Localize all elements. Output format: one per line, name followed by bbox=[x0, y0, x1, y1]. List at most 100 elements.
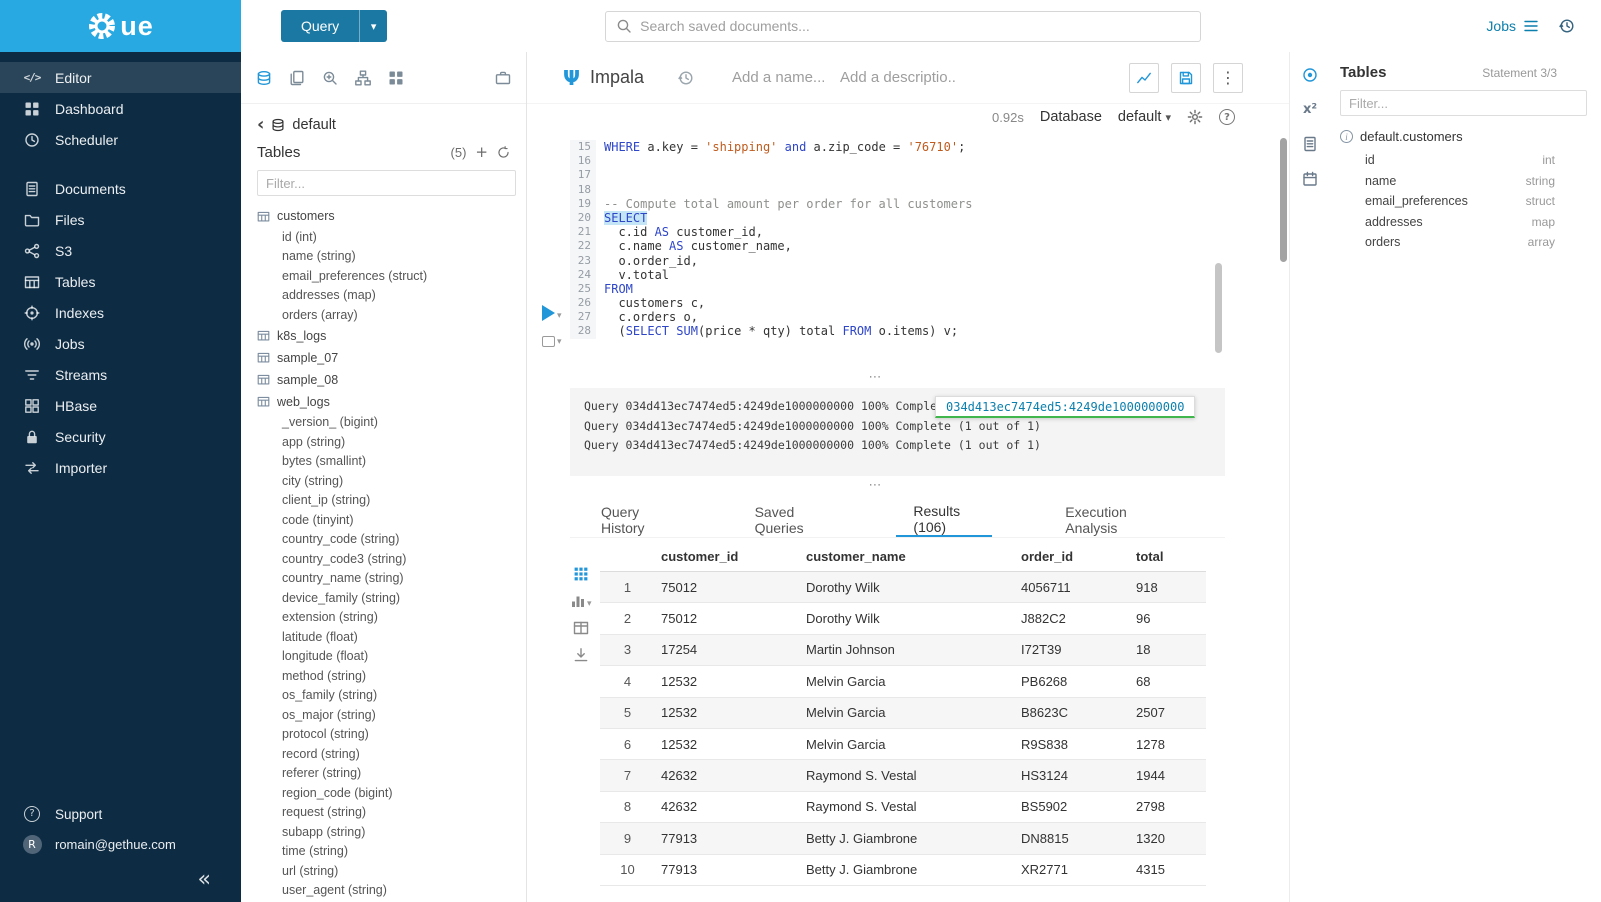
table-row[interactable]: 1077913Betty J. GiambroneXR27714315 bbox=[600, 855, 1206, 886]
context-bullseye-icon[interactable] bbox=[1302, 67, 1318, 83]
table-row[interactable]: 412532Melvin GarciaPB626868 bbox=[600, 666, 1206, 697]
tree-column[interactable]: protocol (string) bbox=[257, 725, 526, 745]
run-options-caret-icon[interactable]: ▾ bbox=[557, 311, 562, 321]
tree-column[interactable]: user_agent (string) bbox=[257, 881, 526, 901]
query-name-input[interactable] bbox=[732, 69, 824, 86]
tree-column[interactable]: code (tinyint) bbox=[257, 510, 526, 530]
editor-scrollbar[interactable] bbox=[1215, 263, 1222, 353]
jobs-link[interactable]: Jobs bbox=[1486, 18, 1539, 34]
tree-table-customers[interactable]: customers bbox=[257, 205, 526, 227]
sidebar-item-security[interactable]: Security bbox=[0, 421, 241, 452]
sidebar-item-indexes[interactable]: Indexes bbox=[0, 297, 241, 328]
tree-table-sample_07[interactable]: sample_07 bbox=[257, 347, 526, 369]
briefcase-icon[interactable] bbox=[495, 70, 511, 86]
tree-column[interactable]: os_major (string) bbox=[257, 705, 526, 725]
context-column[interactable]: namestring bbox=[1340, 171, 1587, 192]
tree-column[interactable]: url (string) bbox=[257, 861, 526, 881]
tree-column[interactable]: app (string) bbox=[257, 432, 526, 452]
tree-table-sample_08[interactable]: sample_08 bbox=[257, 369, 526, 391]
tab-execution-analysis[interactable]: Execution Analysis bbox=[1048, 502, 1169, 537]
right-panel-filter-input[interactable] bbox=[1340, 90, 1587, 116]
query-button-label[interactable]: Query bbox=[281, 10, 359, 42]
more-actions-button[interactable]: ⋮ bbox=[1213, 63, 1243, 93]
add-table-icon[interactable]: + bbox=[475, 145, 488, 160]
sidebar-item-hbase[interactable]: HBase bbox=[0, 390, 241, 421]
tree-column[interactable]: longitude (float) bbox=[257, 647, 526, 667]
tree-column[interactable]: method (string) bbox=[257, 666, 526, 686]
database-breadcrumb[interactable]: ‹ default bbox=[257, 117, 510, 133]
context-column[interactable]: ordersarray bbox=[1340, 232, 1587, 253]
table-row[interactable]: 275012Dorothy WilkJ882C296 bbox=[600, 603, 1206, 634]
table-row[interactable]: 977913Betty J. GiambroneDN88151320 bbox=[600, 823, 1206, 854]
snippet-settings-button[interactable]: ▾ bbox=[542, 336, 562, 347]
sidebar-user[interactable]: R romain@gethue.com bbox=[0, 829, 241, 859]
sidebar-item-importer[interactable]: Importer bbox=[0, 452, 241, 483]
functions-icon[interactable]: x² bbox=[1303, 102, 1317, 117]
sitemap-icon[interactable] bbox=[355, 70, 371, 86]
tree-column[interactable]: country_code (string) bbox=[257, 530, 526, 550]
save-button[interactable] bbox=[1171, 63, 1201, 93]
sql-editor[interactable]: 15WHERE a.key = 'shipping' and a.zip_cod… bbox=[570, 140, 1225, 339]
table-row[interactable]: 842632Raymond S. VestalBS59022798 bbox=[600, 792, 1206, 823]
sidebar-item-files[interactable]: Files bbox=[0, 204, 241, 235]
table-row[interactable]: 512532Melvin GarciaB8623C2507 bbox=[600, 698, 1206, 729]
zoom-in-icon[interactable] bbox=[322, 70, 338, 86]
tree-column[interactable]: latitude (float) bbox=[257, 627, 526, 647]
tab-results-106[interactable]: Results (106) bbox=[896, 502, 992, 537]
help-icon[interactable]: ? bbox=[1219, 109, 1235, 125]
search-input[interactable] bbox=[640, 18, 1190, 34]
table-row[interactable]: 317254Martin JohnsonI72T3918 bbox=[600, 635, 1206, 666]
tree-column[interactable]: addresses (map) bbox=[257, 286, 526, 306]
tree-column[interactable]: orders (array) bbox=[257, 305, 526, 325]
context-column[interactable]: addressesmap bbox=[1340, 212, 1587, 233]
tree-column[interactable]: country_code3 (string) bbox=[257, 549, 526, 569]
sidebar-item-support[interactable]: ? Support bbox=[0, 799, 241, 829]
context-column[interactable]: email_preferencesstruct bbox=[1340, 191, 1587, 212]
tree-column[interactable]: name (string) bbox=[257, 247, 526, 267]
tree-column[interactable]: record (string) bbox=[257, 744, 526, 764]
column-header[interactable]: customer_name bbox=[800, 549, 1015, 564]
table-row[interactable]: 742632Raymond S. VestalHS31241944 bbox=[600, 760, 1206, 791]
database-source-icon[interactable] bbox=[256, 70, 272, 86]
column-header[interactable]: customer_id bbox=[655, 549, 800, 564]
tree-table-k8s_logs[interactable]: k8s_logs bbox=[257, 325, 526, 347]
sidebar-collapse-button[interactable]: « bbox=[0, 867, 241, 892]
sidebar-item-editor[interactable]: </>Editor bbox=[0, 62, 241, 93]
columns-view-icon[interactable] bbox=[570, 620, 592, 636]
tree-column[interactable]: device_family (string) bbox=[257, 588, 526, 608]
tree-column[interactable]: city (string) bbox=[257, 471, 526, 491]
tree-column[interactable]: time (string) bbox=[257, 842, 526, 862]
chart-button[interactable] bbox=[1129, 63, 1159, 93]
resize-handle-top[interactable]: ⋯ bbox=[527, 372, 1225, 384]
table-row[interactable]: 612532Melvin GarciaR9S8381278 bbox=[600, 729, 1206, 760]
tree-column[interactable]: os_family (string) bbox=[257, 686, 526, 706]
tree-column[interactable]: referer (string) bbox=[257, 764, 526, 784]
schedule-icon[interactable] bbox=[1302, 171, 1318, 187]
sidebar-item-streams[interactable]: Streams bbox=[0, 359, 241, 390]
hue-logo[interactable]: ue bbox=[0, 0, 241, 52]
query-history-icon[interactable] bbox=[1559, 18, 1575, 34]
sidebar-item-s3[interactable]: S3 bbox=[0, 235, 241, 266]
download-icon[interactable] bbox=[570, 647, 592, 663]
sidebar-item-documents[interactable]: Documents bbox=[0, 173, 241, 204]
run-query-button[interactable]: ▾ bbox=[542, 305, 562, 321]
sidebar-item-dashboard[interactable]: Dashboard bbox=[0, 93, 241, 124]
tree-table-web_logs[interactable]: web_logs bbox=[257, 391, 526, 413]
sidebar-item-jobs[interactable]: Jobs bbox=[0, 328, 241, 359]
context-column[interactable]: idint bbox=[1340, 150, 1587, 171]
resize-handle-bottom[interactable]: ⋯ bbox=[527, 480, 1225, 492]
tree-column[interactable]: extension (string) bbox=[257, 608, 526, 628]
tree-column[interactable]: country_name (string) bbox=[257, 569, 526, 589]
query-id-tooltip[interactable]: 034d413ec7474ed5:4249de1000000000 bbox=[935, 396, 1195, 418]
sidebar-item-scheduler[interactable]: Scheduler bbox=[0, 124, 241, 155]
chart-options-caret-icon[interactable]: ▾ bbox=[587, 599, 592, 609]
tree-column[interactable]: region_code (bigint) bbox=[257, 783, 526, 803]
context-table[interactable]: i default.customers bbox=[1340, 129, 1587, 144]
snippet-history-icon[interactable] bbox=[678, 70, 694, 86]
grid-view-icon[interactable] bbox=[570, 566, 592, 582]
tree-column[interactable]: bytes (smallint) bbox=[257, 452, 526, 472]
tree-column[interactable]: id (int) bbox=[257, 227, 526, 247]
chart-view-icon[interactable] bbox=[570, 593, 586, 609]
tree-column[interactable]: email_preferences (struct) bbox=[257, 266, 526, 286]
query-dropdown-caret[interactable]: ▾ bbox=[359, 10, 387, 42]
